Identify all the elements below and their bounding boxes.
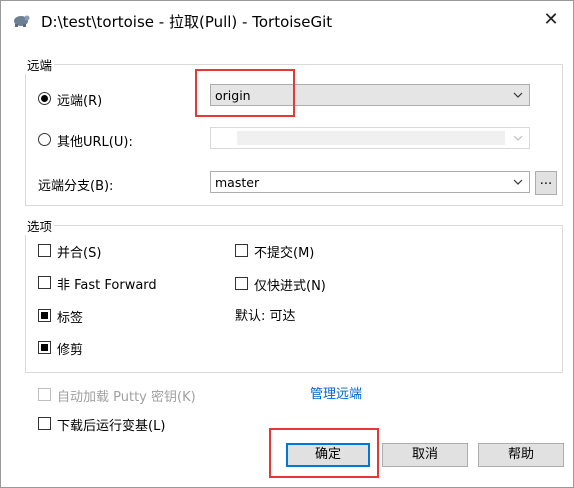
- help-button[interactable]: 帮助: [478, 443, 564, 467]
- merge-checkbox[interactable]: [38, 244, 51, 257]
- remote-branch-label: 远端分支(B):: [38, 179, 114, 194]
- window-title: D:\test\tortoise - 拉取(Pull) - TortoiseGi…: [41, 13, 333, 31]
- no-ff-label: 非 Fast Forward: [57, 278, 157, 293]
- chevron-down-icon: [513, 92, 523, 98]
- autoload-putty-label: 自动加载 Putty 密钥(K): [57, 390, 196, 405]
- manage-remotes-link[interactable]: 管理远端: [310, 383, 362, 402]
- other-url-input: [210, 127, 530, 149]
- pull-dialog: D:\test\tortoise - 拉取(Pull) - TortoiseGi…: [0, 0, 574, 488]
- ff-only-label: 仅快进式(N): [254, 279, 326, 294]
- remote-highlight-box: [195, 69, 295, 117]
- no-ff-checkbox[interactable]: [38, 276, 51, 289]
- tags-checkbox[interactable]: [38, 309, 51, 322]
- chevron-down-icon: [513, 135, 523, 141]
- browse-branch-button[interactable]: ...: [535, 171, 557, 195]
- merge-label: 并合(S): [57, 246, 102, 261]
- chevron-down-icon: [513, 179, 523, 185]
- other-url-radio[interactable]: [38, 133, 51, 146]
- remote-group-label: 远端: [25, 55, 55, 74]
- remote-radio[interactable]: [38, 92, 51, 105]
- title-bar: D:\test\tortoise - 拉取(Pull) - TortoiseGi…: [1, 1, 573, 39]
- remote-branch-select[interactable]: master: [210, 171, 530, 193]
- tags-default-text: 默认: 可达: [235, 309, 296, 324]
- prune-label: 修剪: [57, 343, 84, 358]
- ff-only-checkbox[interactable]: [235, 277, 248, 290]
- rebase-after-fetch-checkbox[interactable]: [38, 417, 51, 430]
- ok-highlight-box: [269, 428, 379, 478]
- tags-label: 标签: [57, 311, 84, 326]
- options-group-label: 选项: [25, 216, 55, 235]
- autoload-putty-checkbox: [38, 388, 51, 401]
- other-url-field: [237, 131, 505, 145]
- prune-checkbox[interactable]: [38, 341, 51, 354]
- tortoisegit-icon: [14, 15, 30, 27]
- other-url-label: 其他URL(U):: [57, 135, 133, 150]
- cancel-button[interactable]: 取消: [382, 443, 468, 467]
- close-button[interactable]: ✕: [536, 7, 566, 33]
- no-commit-checkbox[interactable]: [235, 244, 248, 257]
- rebase-after-fetch-label: 下载后运行变基(L): [57, 419, 166, 434]
- no-commit-label: 不提交(M): [254, 246, 315, 261]
- remote-radio-label: 远端(R): [57, 94, 103, 109]
- remote-branch-value: master: [215, 175, 260, 190]
